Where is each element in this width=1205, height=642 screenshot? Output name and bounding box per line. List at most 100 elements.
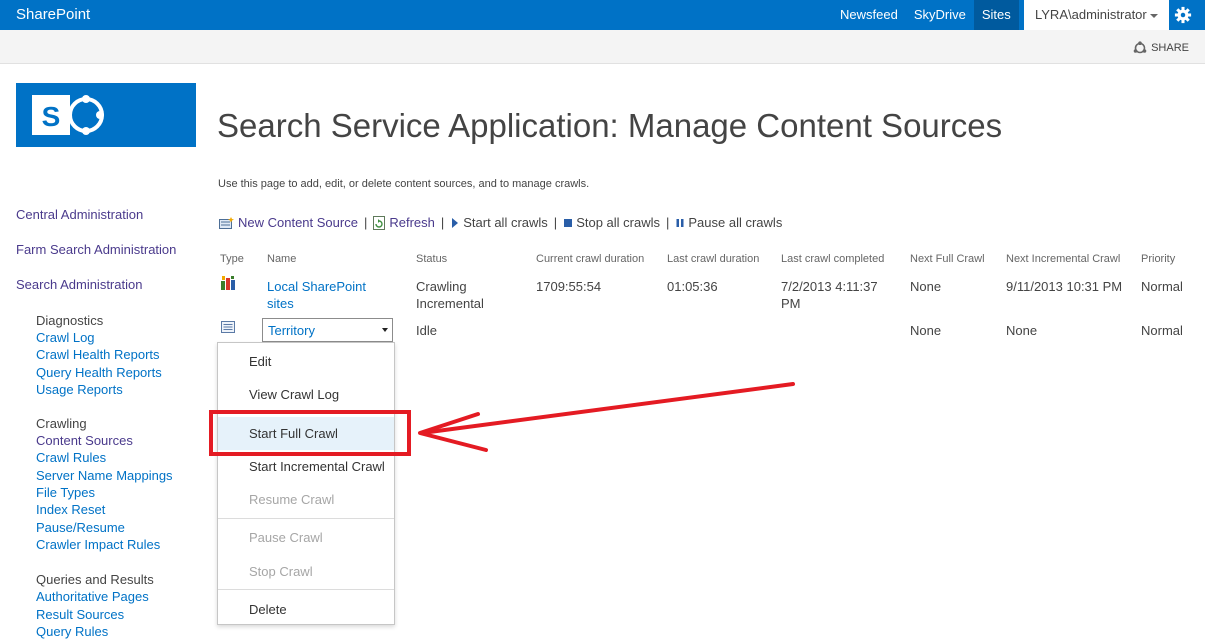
nav-server-name-mappings[interactable]: Server Name Mappings [36, 467, 206, 484]
svg-text:S: S [42, 101, 61, 132]
next-full-crawl: None [910, 323, 942, 338]
page-root: SharePoint Newsfeed SkyDrive Sites LYRA\… [0, 0, 1205, 642]
nav-crawl-health-reports[interactable]: Crawl Health Reports [36, 346, 206, 363]
top-nav: Newsfeed SkyDrive Sites [832, 0, 1019, 30]
nav-group-diagnostics: Diagnostics Crawl Log Crawl Health Repor… [36, 312, 206, 398]
refresh-button[interactable]: Refresh [373, 215, 435, 230]
nav-crawl-rules[interactable]: Crawl Rules [36, 449, 206, 466]
nav-pause-resume[interactable]: Pause/Resume [36, 519, 206, 536]
nav-crawl-log[interactable]: Crawl Log [36, 329, 206, 346]
completed-text: 7/2/2013 4:11:37 [781, 279, 878, 294]
refresh-icon [373, 215, 386, 230]
toolbar-separator: | [363, 215, 368, 230]
stop-icon [564, 218, 573, 227]
toolbar-separator: | [553, 215, 558, 230]
content-source-name: Local SharePoint [267, 279, 367, 294]
status-text: Incremental [416, 296, 484, 311]
nav-file-types[interactable]: File Types [36, 484, 206, 501]
header-current-crawl-duration: Current crawl duration [536, 253, 645, 265]
share-label: SHARE [1151, 42, 1189, 54]
header-name: Name [267, 253, 297, 265]
status-text: Crawling [416, 279, 467, 294]
menu-item-view-crawl-log[interactable]: View Crawl Log [218, 378, 394, 411]
new-item-icon [219, 216, 234, 229]
priority: Normal [1141, 279, 1183, 294]
nav-usage-reports[interactable]: Usage Reports [36, 381, 206, 398]
header-next-full-crawl: Next Full Crawl [910, 253, 985, 265]
annotation-highlight-box [209, 410, 411, 456]
user-menu[interactable]: LYRA\administrator [1024, 0, 1169, 30]
toolbar-separator: | [666, 215, 670, 230]
menu-item-delete[interactable]: Delete [218, 593, 394, 626]
nav-sites[interactable]: Sites [973, 0, 1019, 30]
new-content-source-label: New Content Source [238, 215, 358, 230]
share-button[interactable]: SHARE [1133, 41, 1189, 55]
menu-separator [218, 589, 394, 590]
current-crawl-duration: 1709:55:54 [536, 279, 602, 294]
nav-skydrive[interactable]: SkyDrive [906, 0, 974, 30]
ribbon-bar: SHARE [0, 30, 1205, 64]
next-incremental-crawl: None [1006, 323, 1038, 338]
toolbar-separator: | [440, 215, 445, 230]
nav-central-administration[interactable]: Central Administration [16, 207, 206, 242]
territory-name-dropdown[interactable]: Territory [262, 318, 393, 342]
nav-newsfeed[interactable]: Newsfeed [832, 0, 906, 30]
suite-bar: SharePoint Newsfeed SkyDrive Sites LYRA\… [0, 0, 1205, 30]
context-menu: Edit View Crawl Log Start Full Crawl Sta… [217, 342, 395, 625]
chevron-down-icon[interactable] [382, 328, 388, 332]
completed-text: PM [781, 296, 801, 311]
nav-farm-search-administration[interactable]: Farm Search Administration [16, 242, 206, 277]
status-text: Idle [416, 323, 437, 338]
content-source-name: Territory [268, 323, 315, 338]
gear-icon[interactable] [1174, 6, 1192, 24]
sharepoint-sites-icon [221, 276, 235, 290]
nav-search-administration[interactable]: Search Administration [16, 277, 206, 312]
header-type: Type [220, 253, 244, 265]
header-next-incremental-crawl: Next Incremental Crawl [1006, 253, 1121, 265]
header-last-crawl-duration: Last crawl duration [667, 253, 760, 265]
nav-query-rules[interactable]: Query Rules [36, 623, 206, 640]
menu-separator [218, 518, 394, 519]
refresh-label: Refresh [389, 215, 435, 230]
brand-sharepoint[interactable]: SharePoint [16, 6, 90, 23]
header-last-crawl-completed: Last crawl completed [781, 253, 885, 265]
sharepoint-logo[interactable]: S [16, 83, 196, 147]
content-source-name: sites [267, 296, 294, 311]
menu-item-pause-crawl: Pause Crawl [249, 530, 323, 545]
stop-all-crawls-button[interactable]: Stop all crawls [563, 215, 660, 230]
nav-authoritative-pages[interactable]: Authoritative Pages [36, 588, 206, 605]
pause-all-crawls-label: Pause all crawls [688, 215, 783, 230]
document-list-icon [221, 321, 235, 333]
pause-all-crawls-button[interactable]: Pause all crawls [675, 215, 782, 230]
menu-item-edit[interactable]: Edit [218, 345, 394, 378]
table-row[interactable]: Local SharePoint sites [267, 278, 366, 312]
chevron-down-icon [1149, 13, 1158, 18]
nav-content-sources[interactable]: Content Sources [36, 432, 206, 449]
nav-result-sources[interactable]: Result Sources [36, 606, 206, 623]
nav-query-health-reports[interactable]: Query Health Reports [36, 364, 206, 381]
content-source-toolbar: New Content Source | Refresh | Start all… [219, 215, 782, 230]
last-crawl-completed: 7/2/2013 4:11:37 PM [781, 278, 878, 312]
nav-crawler-impact-rules[interactable]: Crawler Impact Rules [36, 536, 206, 553]
page-description: Use this page to add, edit, or delete co… [218, 178, 590, 190]
annotation-arrow-icon [418, 382, 795, 452]
stop-all-crawls-label: Stop all crawls [576, 215, 660, 230]
next-full-crawl: None [910, 279, 942, 294]
nav-group-crawling: Crawling Content Sources Crawl Rules Ser… [36, 415, 206, 553]
start-all-crawls-button[interactable]: Start all crawls [450, 215, 548, 230]
page-title: Search Service Application: Manage Conte… [217, 107, 1003, 144]
menu-item-resume-crawl: Resume Crawl [249, 492, 335, 507]
menu-item-stop-crawl: Stop Crawl [249, 564, 313, 579]
status-cell: Crawling Incremental [416, 278, 484, 312]
pause-icon [676, 218, 684, 227]
header-status: Status [416, 253, 448, 265]
nav-index-reset[interactable]: Index Reset [36, 501, 206, 518]
play-icon [452, 217, 459, 228]
nav-group-title: Crawling [36, 416, 87, 432]
next-incremental-crawl: 9/11/2013 10:31 PM [1006, 279, 1123, 294]
nav-group-title: Diagnostics [36, 313, 104, 328]
nav-group-title: Queries and Results [36, 572, 154, 588]
header-priority: Priority [1141, 253, 1176, 265]
left-nav: Central Administration Farm Search Admin… [16, 207, 206, 640]
new-content-source-button[interactable]: New Content Source [219, 215, 358, 230]
